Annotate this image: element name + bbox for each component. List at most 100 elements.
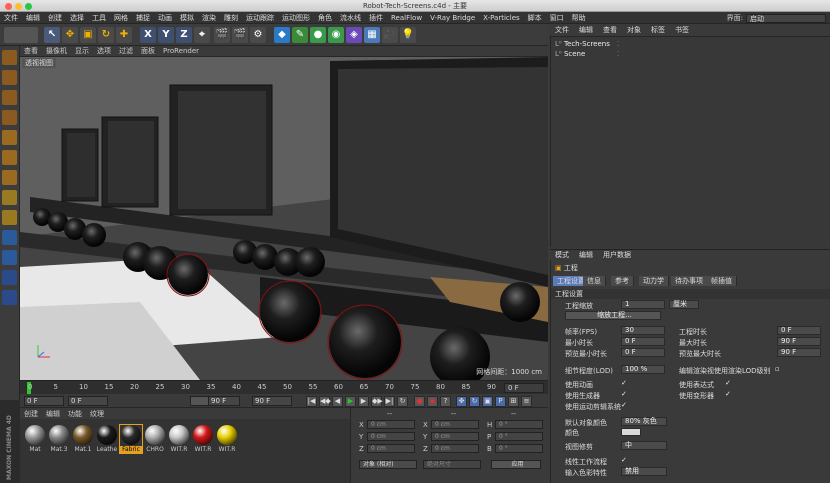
- coord-value-field[interactable]: 0 °: [495, 432, 543, 441]
- floor-icon[interactable]: ▦: [364, 27, 380, 43]
- material-menu-item[interactable]: 纹理: [86, 409, 108, 419]
- timeline-options-button[interactable]: ≡: [521, 396, 532, 407]
- material-swatch[interactable]: WIT.R: [216, 425, 238, 453]
- start-frame-field[interactable]: 0 F: [24, 396, 64, 406]
- sculpt-icon[interactable]: [2, 250, 17, 265]
- coord-value-field[interactable]: 0 cm: [367, 420, 415, 429]
- workplane-mode-icon[interactable]: [2, 110, 17, 125]
- timeline[interactable]: 0 F 0 5 10 15 20 25 30 35 40 45 50 55 60 65 70 75 80 85 90: [20, 380, 548, 394]
- menu-item[interactable]: 帮助: [568, 13, 590, 23]
- x-axis-lock-button[interactable]: X: [140, 27, 156, 43]
- max-time-field[interactable]: 90 F: [777, 337, 821, 346]
- attribute-tab[interactable]: 帧插值: [707, 276, 737, 286]
- menu-item[interactable]: 工具: [88, 13, 110, 23]
- coord-value-field[interactable]: 0 °: [495, 420, 543, 429]
- preview-max-field[interactable]: 90 F: [777, 348, 821, 357]
- viewport-menu-item[interactable]: 选项: [93, 46, 115, 56]
- menu-item[interactable]: 编辑: [22, 13, 44, 23]
- menu-item[interactable]: 选择: [66, 13, 88, 23]
- goto-start-button[interactable]: |◀: [306, 396, 317, 407]
- menu-item[interactable]: 捕捉: [132, 13, 154, 23]
- object-menu-item[interactable]: 书签: [670, 25, 694, 35]
- rotate-key-button[interactable]: ↻: [469, 396, 480, 407]
- move-tool-icon[interactable]: ✥: [62, 27, 78, 43]
- make-editable-icon[interactable]: [2, 50, 17, 65]
- fps-field[interactable]: 30: [621, 326, 665, 335]
- coord-size-dropdown[interactable]: 绝对尺寸: [423, 460, 481, 469]
- material-swatch[interactable]: CHRO: [144, 425, 166, 453]
- coord-value-field[interactable]: 0 cm: [431, 420, 479, 429]
- visibility-dots-icon[interactable]: ⁚: [617, 40, 619, 48]
- use-animation-checkbox[interactable]: ✓: [621, 380, 628, 387]
- material-menu-item[interactable]: 功能: [64, 409, 86, 419]
- texture-mode-icon[interactable]: [2, 90, 17, 105]
- edges-mode-icon[interactable]: [2, 150, 17, 165]
- default-color-dropdown[interactable]: 80% 灰色: [621, 417, 667, 426]
- coord-value-field[interactable]: 0 cm: [431, 444, 479, 453]
- attribute-tab[interactable]: 参考: [611, 276, 634, 286]
- menu-item[interactable]: 动画: [154, 13, 176, 23]
- use-expressions-checkbox[interactable]: ✓: [725, 380, 732, 387]
- array-icon[interactable]: ◉: [328, 27, 344, 43]
- keyframe-selection-button[interactable]: ?: [440, 396, 451, 407]
- render-settings-icon[interactable]: ⚙: [250, 27, 266, 43]
- recent-tool-icon[interactable]: ✚: [116, 27, 132, 43]
- attribute-tab[interactable]: 动力学: [639, 276, 669, 286]
- snap-icon[interactable]: [2, 230, 17, 245]
- input-color-dropdown[interactable]: 禁用: [621, 467, 667, 476]
- object-menu-item[interactable]: 查看: [598, 25, 622, 35]
- render-view-icon[interactable]: 🎬: [214, 27, 230, 43]
- point-level-button[interactable]: ⊞: [508, 396, 519, 407]
- camera-icon[interactable]: 🎥: [382, 27, 398, 43]
- apply-button[interactable]: 应用: [491, 460, 541, 469]
- menu-item[interactable]: V-Ray Bridge: [426, 14, 479, 22]
- motion-system-checkbox[interactable]: ✓: [621, 402, 628, 409]
- attribute-menu-item[interactable]: 编辑: [574, 250, 598, 260]
- z-axis-lock-button[interactable]: Z: [176, 27, 192, 43]
- viewport-menu-item[interactable]: 查看: [20, 46, 42, 56]
- tweak-mode-icon[interactable]: [2, 210, 17, 225]
- object-menu-item[interactable]: 标签: [646, 25, 670, 35]
- object-row-scene[interactable]: L⁰ Scene: [555, 50, 585, 58]
- lock-workplane-icon[interactable]: [2, 270, 17, 285]
- menu-item[interactable]: 文件: [0, 13, 22, 23]
- coord-value-field[interactable]: 0 cm: [367, 444, 415, 453]
- light-icon[interactable]: 💡: [400, 27, 416, 43]
- record-button[interactable]: ●: [414, 396, 425, 407]
- scale-field[interactable]: 1: [621, 300, 665, 309]
- move-key-button[interactable]: ✥: [456, 396, 467, 407]
- menu-item[interactable]: RealFlow: [387, 14, 426, 22]
- attribute-menu-item[interactable]: 模式: [550, 250, 574, 260]
- autokey-button[interactable]: ◉: [427, 396, 438, 407]
- color-swatch[interactable]: [621, 428, 641, 436]
- viewport-menu-item[interactable]: 显示: [71, 46, 93, 56]
- scale-project-button[interactable]: 缩放工程...: [565, 311, 661, 320]
- polygons-mode-icon[interactable]: [2, 170, 17, 185]
- visibility-dots-icon[interactable]: ⁚: [617, 50, 619, 58]
- viewport-menu-item[interactable]: 过滤: [115, 46, 137, 56]
- param-key-button[interactable]: P: [495, 396, 506, 407]
- material-menu-item[interactable]: 编辑: [42, 409, 64, 419]
- menu-item[interactable]: 模拟: [176, 13, 198, 23]
- prev-frame-button[interactable]: ◀: [332, 396, 343, 407]
- menu-item[interactable]: 运动跟踪: [242, 13, 278, 23]
- viewport-menu-item[interactable]: ProRender: [159, 47, 203, 55]
- coord-mode-dropdown[interactable]: 对象 (相对): [359, 460, 417, 469]
- coord-value-field[interactable]: 0 °: [495, 444, 543, 453]
- end-frame-field[interactable]: 90 F: [252, 396, 292, 406]
- lod-field[interactable]: 100 %: [621, 365, 665, 374]
- perspective-viewport[interactable]: 透视视图 网格间距：1000 cm: [20, 57, 548, 380]
- deformer-icon[interactable]: ◈: [346, 27, 362, 43]
- play-button[interactable]: ▶: [345, 396, 356, 407]
- goto-end-button[interactable]: ▶|: [384, 396, 395, 407]
- material-swatch[interactable]: Leathe: [96, 425, 118, 453]
- lod-render-checkbox[interactable]: ▫: [775, 366, 782, 373]
- view-clipping-dropdown[interactable]: 中: [621, 441, 667, 450]
- material-swatch[interactable]: Fabric: [119, 424, 143, 454]
- preview-min-field[interactable]: 0 F: [621, 348, 665, 357]
- select-tool-icon[interactable]: ↖: [44, 27, 60, 43]
- prev-key-button[interactable]: ◀◆: [319, 396, 331, 407]
- material-swatch[interactable]: WIT.R: [168, 425, 190, 453]
- interface-dropdown[interactable]: 启动: [746, 13, 826, 23]
- coordinate-system-icon[interactable]: ⌖: [194, 27, 210, 43]
